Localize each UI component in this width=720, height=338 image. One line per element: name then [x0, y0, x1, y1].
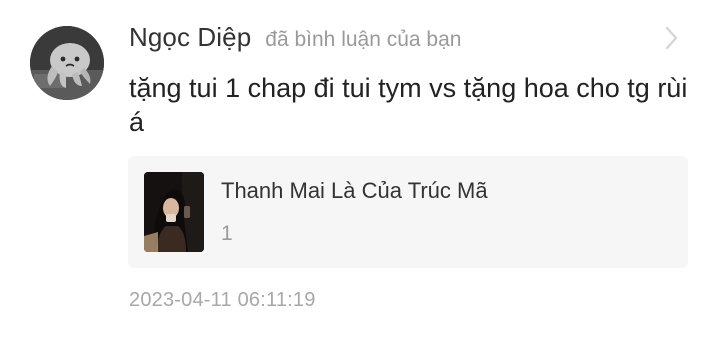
notification-header: Ngọc Diệp đã bình luận của bạn — [129, 22, 461, 58]
story-chapter: 1 — [221, 222, 233, 245]
chevron-right-icon[interactable] — [662, 24, 682, 52]
story-card[interactable]: Thanh Mai Là Của Trúc Mã 1 — [128, 156, 688, 268]
username[interactable]: Ngọc Diệp — [129, 22, 251, 53]
story-title[interactable]: Thanh Mai Là Của Trúc Mã — [221, 178, 488, 204]
timestamp: 2023-04-11 06:11:19 — [129, 289, 316, 311]
story-thumbnail[interactable] — [144, 172, 204, 252]
octopus-plush-avatar-icon — [30, 26, 104, 100]
comment-text: tặng tui 1 chap đi tui tym vs tặng hoa c… — [129, 73, 688, 137]
comment-notification[interactable]: Ngọc Diệp đã bình luận của bạn tặng tui … — [0, 0, 720, 338]
story-cover-image-icon — [144, 172, 204, 252]
action-text: đã bình luận của bạn — [265, 28, 462, 51]
user-avatar[interactable] — [30, 26, 104, 100]
